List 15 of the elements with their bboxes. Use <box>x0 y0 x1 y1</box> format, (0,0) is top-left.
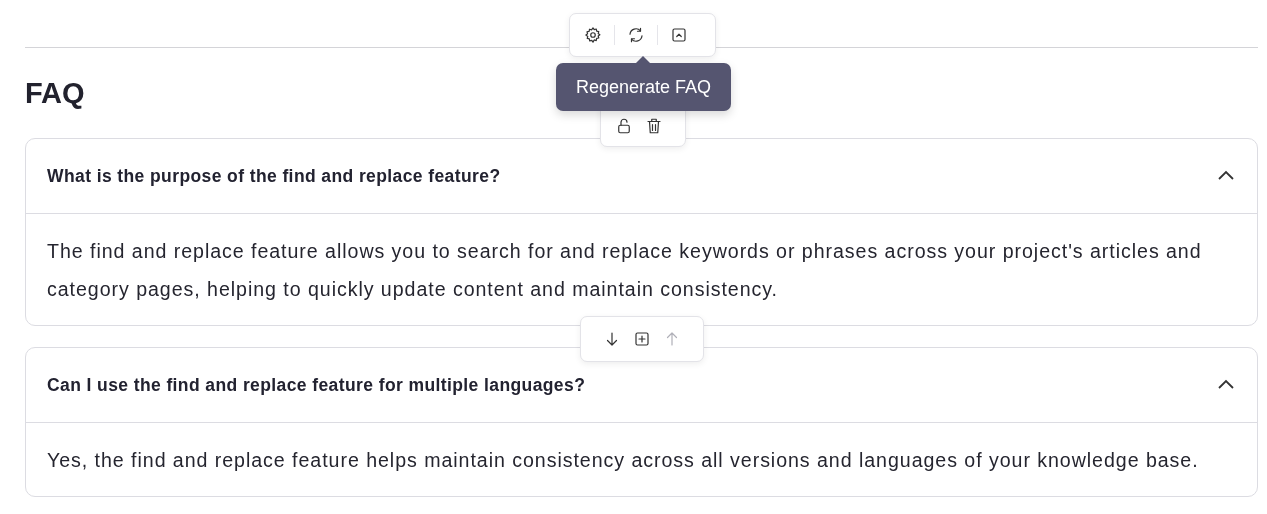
faq-heading: FAQ <box>25 77 85 111</box>
add-icon <box>633 330 651 348</box>
faq-question: What is the purpose of the find and replace feature? <box>47 165 501 187</box>
chevron-icon <box>1217 170 1235 182</box>
faq-question: Can I use the find and replace feature for multiple languages? <box>47 374 586 396</box>
collapse-icon <box>670 26 688 44</box>
chevron-button[interactable] <box>1217 379 1235 391</box>
tooltip: Regenerate FAQ <box>556 63 731 111</box>
trash-icon <box>645 117 663 135</box>
faq-answer: Yes, the find and replace feature helps maintain consistency across all versions and languages of your knowledge base. <box>26 422 1257 496</box>
chevron-icon <box>1217 379 1235 391</box>
settings-icon <box>584 26 602 44</box>
chevron-button[interactable] <box>1217 170 1235 182</box>
lock-icon <box>615 117 633 135</box>
refresh-icon <box>627 26 645 44</box>
